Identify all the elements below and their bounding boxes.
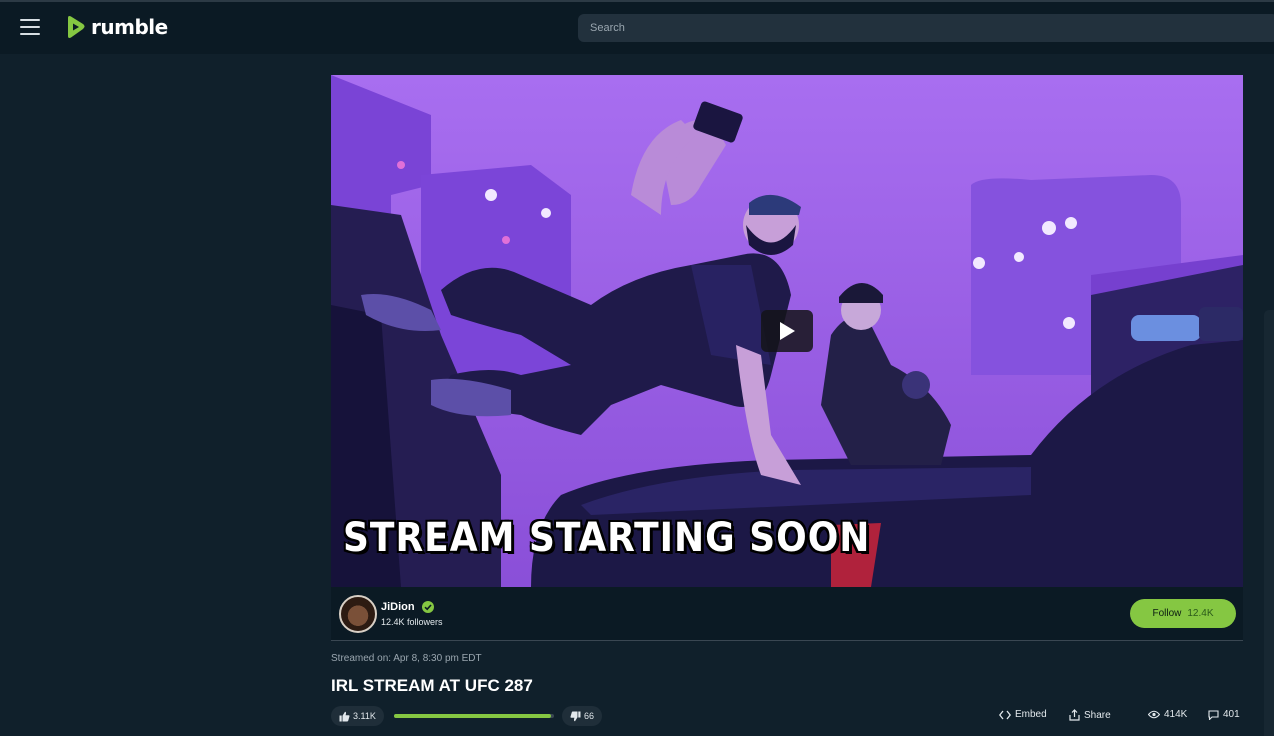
share-icon [1069,709,1080,721]
eye-icon [1148,710,1160,719]
video-player[interactable]: STREAM STARTING SOON [331,75,1243,587]
comments-button[interactable]: 401 [1208,709,1240,720]
like-count: 3.11K [353,711,376,721]
share-label: Share [1084,709,1111,721]
rumble-logo[interactable]: rumble [64,15,168,39]
rumble-logo-icon [68,16,85,38]
code-brackets-icon [999,710,1011,719]
like-button[interactable]: 3.11K [331,706,384,726]
dislike-count: 66 [584,711,595,721]
dislike-button[interactable]: 66 [562,706,603,726]
logo-text: rumble [91,15,168,39]
channel-avatar[interactable] [339,595,377,633]
stream-overlay-text: STREAM STARTING SOON [343,515,871,561]
views-value: 414K [1164,709,1188,720]
follow-button[interactable]: Follow 12.4K [1130,599,1236,628]
embed-button[interactable]: Embed [999,709,1047,720]
vote-ratio-fill [394,714,551,718]
view-count: 414K [1148,709,1187,720]
scrollbar[interactable] [1264,310,1274,736]
streamed-on-text: Streamed on: Apr 8, 8:30 pm EDT [331,653,482,664]
share-button[interactable]: Share [1069,709,1111,721]
comments-count: 401 [1223,709,1240,720]
vote-ratio-bar [394,714,554,718]
thumbs-up-icon [339,711,350,721]
channel-bar: JiDion 12.4K followers Follow 12.4K [331,587,1243,641]
verified-check-icon [422,601,434,613]
top-header: rumble [0,0,1274,54]
hamburger-menu-icon[interactable] [20,19,40,35]
video-title: IRL STREAM AT UFC 287 [331,676,533,695]
thumbs-down-icon [570,711,581,721]
search-input[interactable] [578,14,1274,42]
follow-label: Follow [1152,608,1182,619]
followers-count: 12.4K followers [381,617,443,627]
action-row: 3.11K 66 Embed Share 414K 401 [331,706,1243,726]
comment-icon [1208,709,1219,720]
play-icon [780,322,795,340]
follow-count: 12.4K [1187,608,1214,619]
play-button[interactable] [761,310,813,352]
embed-label: Embed [1015,709,1047,720]
channel-name[interactable]: JiDion [381,601,415,613]
